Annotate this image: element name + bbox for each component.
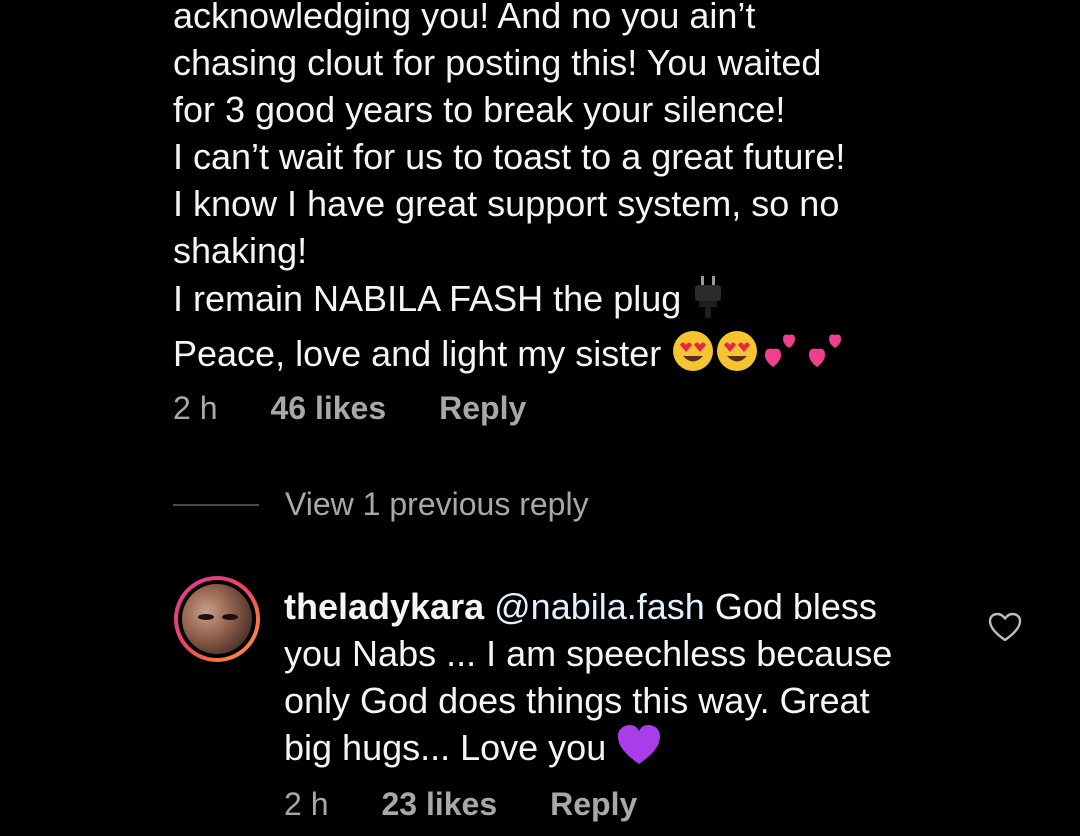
two-hearts-icon (805, 329, 851, 384)
comment-line-text: I remain NABILA FASH the plug (173, 278, 682, 320)
comment-line-plug: I remain NABILA FASH the plug (173, 274, 973, 329)
plug-icon (691, 274, 725, 329)
reply-mention[interactable]: @nabila.fash (494, 586, 705, 627)
comment-likes[interactable]: 46 likes (270, 390, 386, 427)
comment-line-text: Peace, love and light my sister (173, 333, 662, 375)
avatar[interactable] (174, 576, 260, 662)
reply-meta: 2 h 23 likes Reply (284, 786, 637, 823)
comment-line: I know I have great support system, so n… (173, 183, 840, 224)
reply-line: you Nabs ... I am speechless because (284, 633, 893, 674)
two-hearts-icon (759, 329, 805, 384)
comment-reply-button[interactable]: Reply (439, 390, 526, 427)
view-previous-replies[interactable]: View 1 previous reply (173, 486, 589, 523)
comment-line: chasing clout for posting this! You wait… (173, 42, 822, 83)
comment-body: acknowledging you! And no you ain’t chas… (173, 0, 973, 384)
comment-timestamp: 2 h (173, 390, 218, 426)
reply-line-last: big hugs... Love you (284, 724, 974, 777)
reply-line-text: big hugs... Love you (284, 727, 607, 769)
reply-body: theladykara @nabila.fash God bless you N… (284, 583, 974, 777)
like-heart-icon[interactable] (988, 612, 1022, 642)
reply-line: only God does things this way. Great (284, 680, 870, 721)
purple-heart-icon (616, 724, 662, 777)
comment-line: I can’t wait for us to toast to a great … (173, 136, 846, 177)
avatar-photo (182, 584, 252, 654)
comment-line: acknowledging you! And no you ain’t (173, 0, 756, 36)
reply-username[interactable]: theladykara (284, 586, 484, 627)
avatar-eye (222, 614, 238, 620)
comment-line-emoji: Peace, love and light my sister (173, 329, 973, 384)
reply-text-start: God bless (704, 586, 877, 627)
comment-line: shaking! (173, 230, 308, 271)
view-previous-replies-label: View 1 previous reply (285, 486, 589, 522)
thread-divider (173, 503, 259, 506)
reply-timestamp: 2 h (284, 786, 329, 822)
comment-meta: 2 h 46 likes Reply (173, 390, 526, 427)
reply-likes[interactable]: 23 likes (381, 786, 497, 823)
comment-line: for 3 good years to break your silence! (173, 89, 786, 130)
reply-reply-button[interactable]: Reply (550, 786, 637, 823)
reply-line-first: theladykara @nabila.fash God bless (284, 583, 974, 630)
avatar-ring-gap (178, 580, 256, 658)
avatar-eye (198, 614, 214, 620)
heart-eyes-icon (715, 329, 759, 384)
heart-eyes-icon (671, 329, 715, 384)
